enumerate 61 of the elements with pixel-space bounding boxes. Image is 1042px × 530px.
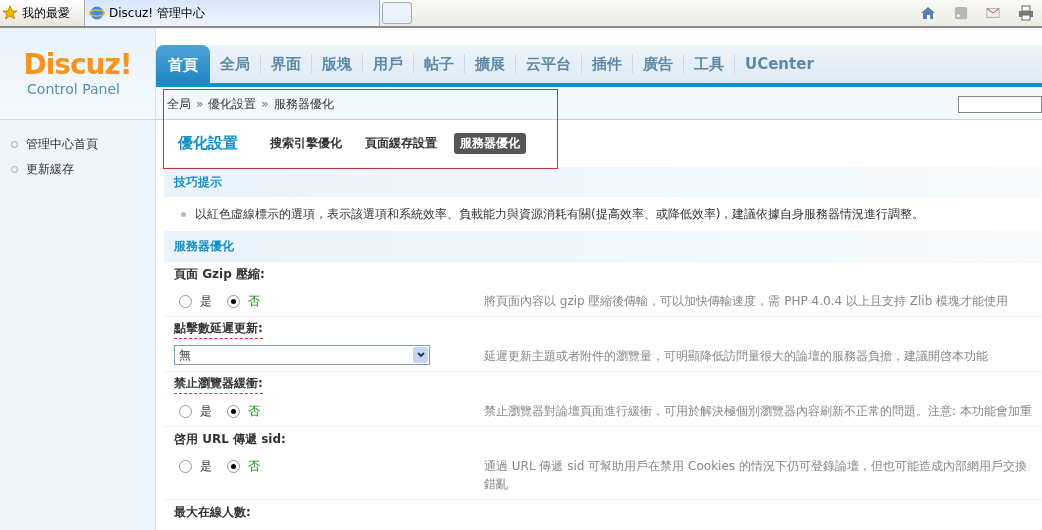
section-title: 優化設置: [178, 134, 238, 153]
sidebar-link[interactable]: 管理中心首頁: [26, 136, 98, 153]
mail-icon[interactable]: [986, 6, 1000, 20]
nav-tab[interactable]: 界面: [260, 54, 311, 74]
nav-tab[interactable]: 版塊: [311, 54, 362, 74]
nav-tab[interactable]: UCenter: [734, 54, 824, 74]
browser-tab[interactable]: Discuz! 管理中心: [85, 0, 380, 26]
sidebar-link[interactable]: 更新緩存: [26, 161, 74, 178]
logo-subtitle: Control Panel: [27, 79, 120, 98]
field-description: 通過 URL 傳遞 sid 可幫助用戶在禁用 Cookies 的情況下仍可登錄論壇，但也可能造成內部網用戶交換錯亂: [484, 458, 1028, 493]
sub-tab[interactable]: 搜索引擎優化: [264, 133, 348, 154]
radio-label: 否: [248, 292, 260, 310]
nav-tab[interactable]: 工具: [683, 54, 734, 74]
breadcrumb-link[interactable]: 服務器優化: [273, 95, 334, 113]
breadcrumb-link[interactable]: 優化設置: [208, 95, 257, 113]
field-description: 延遲更新主題或者附件的瀏覽量，可明顯降低訪問量很大的論壇的服務器負擔，建議開啓本功能: [484, 348, 989, 365]
nav-tab[interactable]: 用戶: [362, 54, 413, 74]
field-label: 禁止瀏覽器緩衝:: [174, 375, 263, 394]
nav-tab[interactable]: 帖子: [413, 54, 464, 74]
dropdown[interactable]: 無: [174, 345, 430, 365]
favorites-button[interactable]: 我的最愛: [0, 0, 85, 26]
nav-tab[interactable]: 首頁: [156, 45, 210, 83]
globe-icon: [89, 5, 105, 21]
radio-button[interactable]: [179, 294, 192, 308]
field-label: 啓用 URL 傳遞 sid:: [174, 430, 286, 448]
separator-icon: »: [196, 97, 204, 111]
radio-button[interactable]: [227, 459, 240, 473]
nav-tab[interactable]: 插件: [581, 54, 632, 74]
printer-icon[interactable]: [1018, 5, 1034, 21]
radio-label: 是: [200, 292, 212, 310]
radio-button[interactable]: [179, 459, 192, 473]
tip-text: 以紅色虛線標示的選項，表示該選項和系統效率、負載能力與資源消耗有關(提高效率、或降低效率)，建議依據自身服務器情況進行調整。: [195, 205, 925, 223]
sub-tab[interactable]: 頁面緩存設置: [359, 133, 443, 154]
section-header: 服務器優化: [164, 231, 1042, 261]
nav-tab[interactable]: 云平台: [515, 54, 581, 74]
breadcrumb-link[interactable]: 全局: [167, 95, 191, 113]
radio-label: 否: [248, 402, 260, 420]
search-field[interactable]: [958, 95, 1042, 113]
radio-button[interactable]: [227, 404, 240, 418]
sub-tab[interactable]: 服務器優化: [454, 133, 526, 154]
radio-label: 否: [248, 457, 260, 475]
field-label: 最大在線人數:: [174, 503, 251, 521]
radio-label: 是: [200, 402, 212, 420]
field-label: 頁面 Gzip 壓縮:: [174, 265, 265, 283]
logo: Discuz!: [23, 49, 132, 80]
radio-button[interactable]: [227, 294, 240, 308]
section-header: 技巧提示: [164, 167, 1042, 197]
nav-tab[interactable]: 擴展: [464, 54, 515, 74]
home-icon[interactable]: [920, 5, 936, 21]
new-tab-button[interactable]: [382, 2, 412, 24]
radio-label: 是: [200, 457, 212, 475]
field-description: 禁止瀏覽器對論壇頁面進行緩衝，可用於解決極個別瀏覽器內容刷新不正常的問題。注意: 本功能會加重: [484, 403, 1033, 420]
nav-tab[interactable]: 廣告: [632, 54, 683, 74]
bullet-icon: [181, 211, 186, 217]
radio-button[interactable]: [179, 404, 192, 418]
separator-icon: »: [261, 97, 269, 111]
nav-tab[interactable]: 全局: [210, 54, 260, 74]
chevron-down-icon: [413, 347, 428, 363]
field-description: 將頁面內容以 gzip 壓縮後傳輸，可以加快傳輸速度，需 PHP 4.0.4 以上且支持 Zlib 模塊才能使用: [484, 293, 1010, 310]
star-icon: [2, 5, 18, 21]
field-label: 點擊數延遲更新:: [174, 320, 263, 339]
